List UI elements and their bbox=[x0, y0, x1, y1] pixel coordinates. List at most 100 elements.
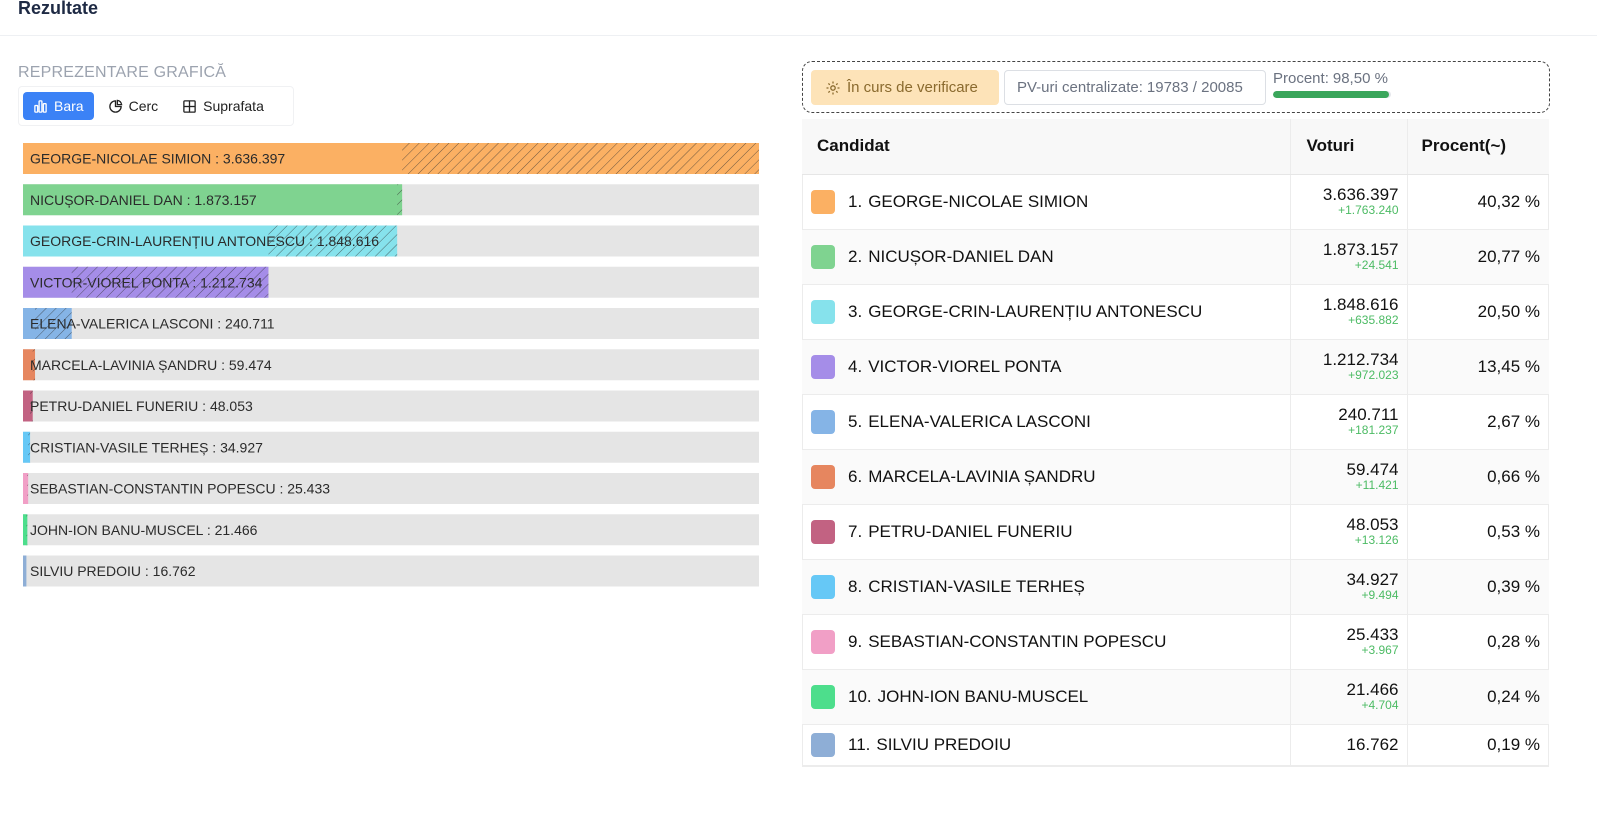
cell-candidate: 7. PETRU-DANIEL FUNERIU bbox=[802, 504, 1291, 560]
view-circle-button[interactable]: Cerc bbox=[98, 92, 169, 120]
bar-label: CRISTIAN-VASILE TERHEȘ : 34.927 bbox=[30, 439, 263, 455]
cell-votes: 59.474 +11.421 bbox=[1290, 449, 1408, 505]
cell-candidate: 6. MARCELA-LAVINIA ȘANDRU bbox=[802, 449, 1291, 505]
pv-count-box: PV-uri centralizate: 19783 / 20085 bbox=[1004, 70, 1266, 105]
table-row: 6. MARCELA-LAVINIA ȘANDRU 59.474 +11.421 0,6… bbox=[802, 449, 1549, 505]
bar-label: JOHN-ION BANU-MUSCEL : 21.466 bbox=[30, 522, 258, 538]
candidate-rank: 11. bbox=[848, 735, 871, 754]
results-table: Candidat Voturi Procent(~) 1. GEORGE-NICO… bbox=[802, 119, 1549, 767]
candidate-name: ELENA-VALERICA LASCONI bbox=[868, 411, 1091, 431]
table-row: 1. GEORGE-NICOLAE SIMION 3.636.397 +1.763.2… bbox=[802, 174, 1549, 230]
table-row: 3. GEORGE-CRIN-LAURENȚIU ANTONESCU 1.848.6… bbox=[802, 284, 1549, 340]
table-header-row: Candidat Voturi Procent(~) bbox=[802, 119, 1549, 175]
view-surface-label: Suprafata bbox=[203, 98, 264, 114]
header-divider bbox=[0, 35, 1597, 36]
candidate-name: GEORGE-CRIN-LAURENȚIU ANTONESCU bbox=[868, 301, 1203, 321]
candidate-color-swatch bbox=[811, 464, 835, 489]
cell-votes: 16.762 bbox=[1290, 724, 1408, 767]
cell-percent: 13,45 % bbox=[1407, 339, 1549, 395]
view-bar-label: Bara bbox=[54, 98, 84, 114]
cell-percent: 40,32 % bbox=[1407, 174, 1549, 230]
votes-total: 16.762 bbox=[1346, 735, 1399, 755]
candidate-color-swatch bbox=[811, 354, 835, 379]
verification-status-badge: În curs de verificare bbox=[811, 70, 999, 105]
bar-label: GEORGE-CRIN-LAURENȚIU ANTONESCU : 1.848.… bbox=[30, 233, 379, 249]
treemap-icon bbox=[183, 99, 196, 113]
bar-label: SILVIU PREDOIU : 16.762 bbox=[30, 563, 196, 579]
candidate-color-swatch bbox=[811, 409, 835, 434]
cell-percent: 20,50 % bbox=[1407, 284, 1549, 340]
cell-candidate: 3. GEORGE-CRIN-LAURENȚIU ANTONESCU bbox=[802, 284, 1291, 340]
votes-delta: +9.494 bbox=[1361, 588, 1399, 603]
pv-value: 19783 / 20085 bbox=[1146, 79, 1243, 96]
header-candidate[interactable]: Candidat bbox=[802, 119, 1291, 175]
cell-candidate: 8. CRISTIAN-VASILE TERHEȘ bbox=[802, 559, 1291, 615]
view-circle-label: Cerc bbox=[128, 98, 159, 114]
status-panel: În curs de verificare PV-uri centralizat… bbox=[802, 61, 1550, 113]
cell-percent: 0,28 % bbox=[1407, 614, 1549, 670]
candidate-rank: 2. bbox=[848, 246, 863, 266]
progress-box: Procent: 98,50 % bbox=[1273, 70, 1398, 98]
votes-total: 59.474 bbox=[1346, 460, 1399, 480]
votes-total: 48.053 bbox=[1346, 515, 1399, 535]
cell-votes: 48.053 +13.126 bbox=[1290, 504, 1408, 560]
verification-status-text: În curs de verificare bbox=[847, 79, 978, 96]
table-row: 11. SILVIU PREDOIU 16.762 0,19 % bbox=[802, 724, 1549, 767]
votes-total: 21.466 bbox=[1346, 680, 1399, 700]
cell-percent: 0,39 % bbox=[1407, 559, 1549, 615]
bar[interactable] bbox=[23, 555, 27, 587]
table-row: 7. PETRU-DANIEL FUNERIU 48.053 +13.126 0,53 … bbox=[802, 504, 1549, 560]
votes-total: 1.212.734 bbox=[1322, 350, 1399, 370]
votes-total: 25.433 bbox=[1346, 625, 1399, 645]
cell-candidate: 4. VICTOR-VIOREL PONTA bbox=[802, 339, 1291, 395]
candidate-color-swatch bbox=[811, 684, 835, 709]
cell-candidate: 2. NICUȘOR-DANIEL DAN bbox=[802, 229, 1291, 285]
cell-candidate: 9. SEBASTIAN-CONSTANTIN POPESCU bbox=[802, 614, 1291, 670]
cell-votes: 34.927 +9.494 bbox=[1290, 559, 1408, 615]
cell-votes: 25.433 +3.967 bbox=[1290, 614, 1408, 670]
votes-delta: +13.126 bbox=[1354, 533, 1399, 548]
results-bar-chart: GEORGE-NICOLAE SIMION : 3.636.397 NICUȘOR… bbox=[23, 143, 759, 587]
votes-delta: +4.704 bbox=[1361, 698, 1399, 713]
progress-fill bbox=[1273, 91, 1390, 98]
header-votes[interactable]: Voturi bbox=[1290, 119, 1408, 175]
bar-delta-hatch bbox=[27, 473, 29, 504]
cell-candidate: 10. JOHN-ION BANU-MUSCEL bbox=[802, 669, 1291, 725]
candidate-color-swatch bbox=[811, 629, 835, 654]
cell-votes: 240.711 +181.237 bbox=[1290, 394, 1408, 450]
candidate-rank: 6. bbox=[848, 466, 863, 486]
candidate-color-swatch bbox=[811, 244, 835, 269]
view-surface-button[interactable]: Suprafata bbox=[172, 92, 274, 120]
bar-delta-hatch bbox=[402, 143, 759, 174]
votes-total: 3.636.397 bbox=[1322, 185, 1399, 205]
candidate-rank: 3. bbox=[848, 301, 863, 321]
bar-label: MARCELA-LAVINIA ȘANDRU : 59.474 bbox=[30, 357, 272, 373]
candidate-color-swatch bbox=[811, 519, 835, 544]
cell-candidate: 1. GEORGE-NICOLAE SIMION bbox=[802, 174, 1291, 230]
bar-label: SEBASTIAN-CONSTANTIN POPESCU : 25.433 bbox=[30, 481, 330, 497]
page-title: Rezultate bbox=[18, 0, 99, 18]
candidate-rank: 1. bbox=[848, 191, 863, 211]
candidate-name: NICUȘOR-DANIEL DAN bbox=[868, 246, 1054, 266]
votes-total: 34.927 bbox=[1346, 570, 1399, 590]
cell-percent: 0,19 % bbox=[1407, 724, 1549, 767]
bar-delta-hatch bbox=[26, 514, 28, 546]
votes-delta: +635.882 bbox=[1348, 313, 1399, 328]
progress-label: Procent: bbox=[1273, 70, 1329, 87]
cell-percent: 0,24 % bbox=[1407, 669, 1549, 725]
header-percent[interactable]: Procent(~) bbox=[1407, 119, 1549, 175]
candidate-name: PETRU-DANIEL FUNERIU bbox=[868, 521, 1073, 541]
view-bar-button[interactable]: Bara bbox=[23, 92, 94, 120]
table-row: 5. ELENA-VALERICA LASCONI 240.711 +181.237 2… bbox=[802, 394, 1549, 450]
table-row: 8. CRISTIAN-VASILE TERHEȘ 34.927 +9.494 0,39… bbox=[802, 559, 1549, 615]
bar-label: PETRU-DANIEL FUNERIU : 48.053 bbox=[30, 398, 253, 414]
cell-percent: 0,66 % bbox=[1407, 449, 1549, 505]
pv-label: PV-uri centralizate: bbox=[1017, 79, 1143, 96]
table-row: 9. SEBASTIAN-CONSTANTIN POPESCU 25.433 +3.9… bbox=[802, 614, 1549, 670]
votes-delta: +3.967 bbox=[1361, 643, 1399, 658]
candidate-name: MARCELA-LAVINIA ȘANDRU bbox=[868, 466, 1096, 486]
bar-chart-icon bbox=[34, 99, 47, 113]
cell-votes: 1.212.734 +972.023 bbox=[1290, 339, 1408, 395]
candidate-name: SILVIU PREDOIU bbox=[876, 735, 1012, 754]
cell-candidate: 11. SILVIU PREDOIU bbox=[802, 724, 1291, 767]
